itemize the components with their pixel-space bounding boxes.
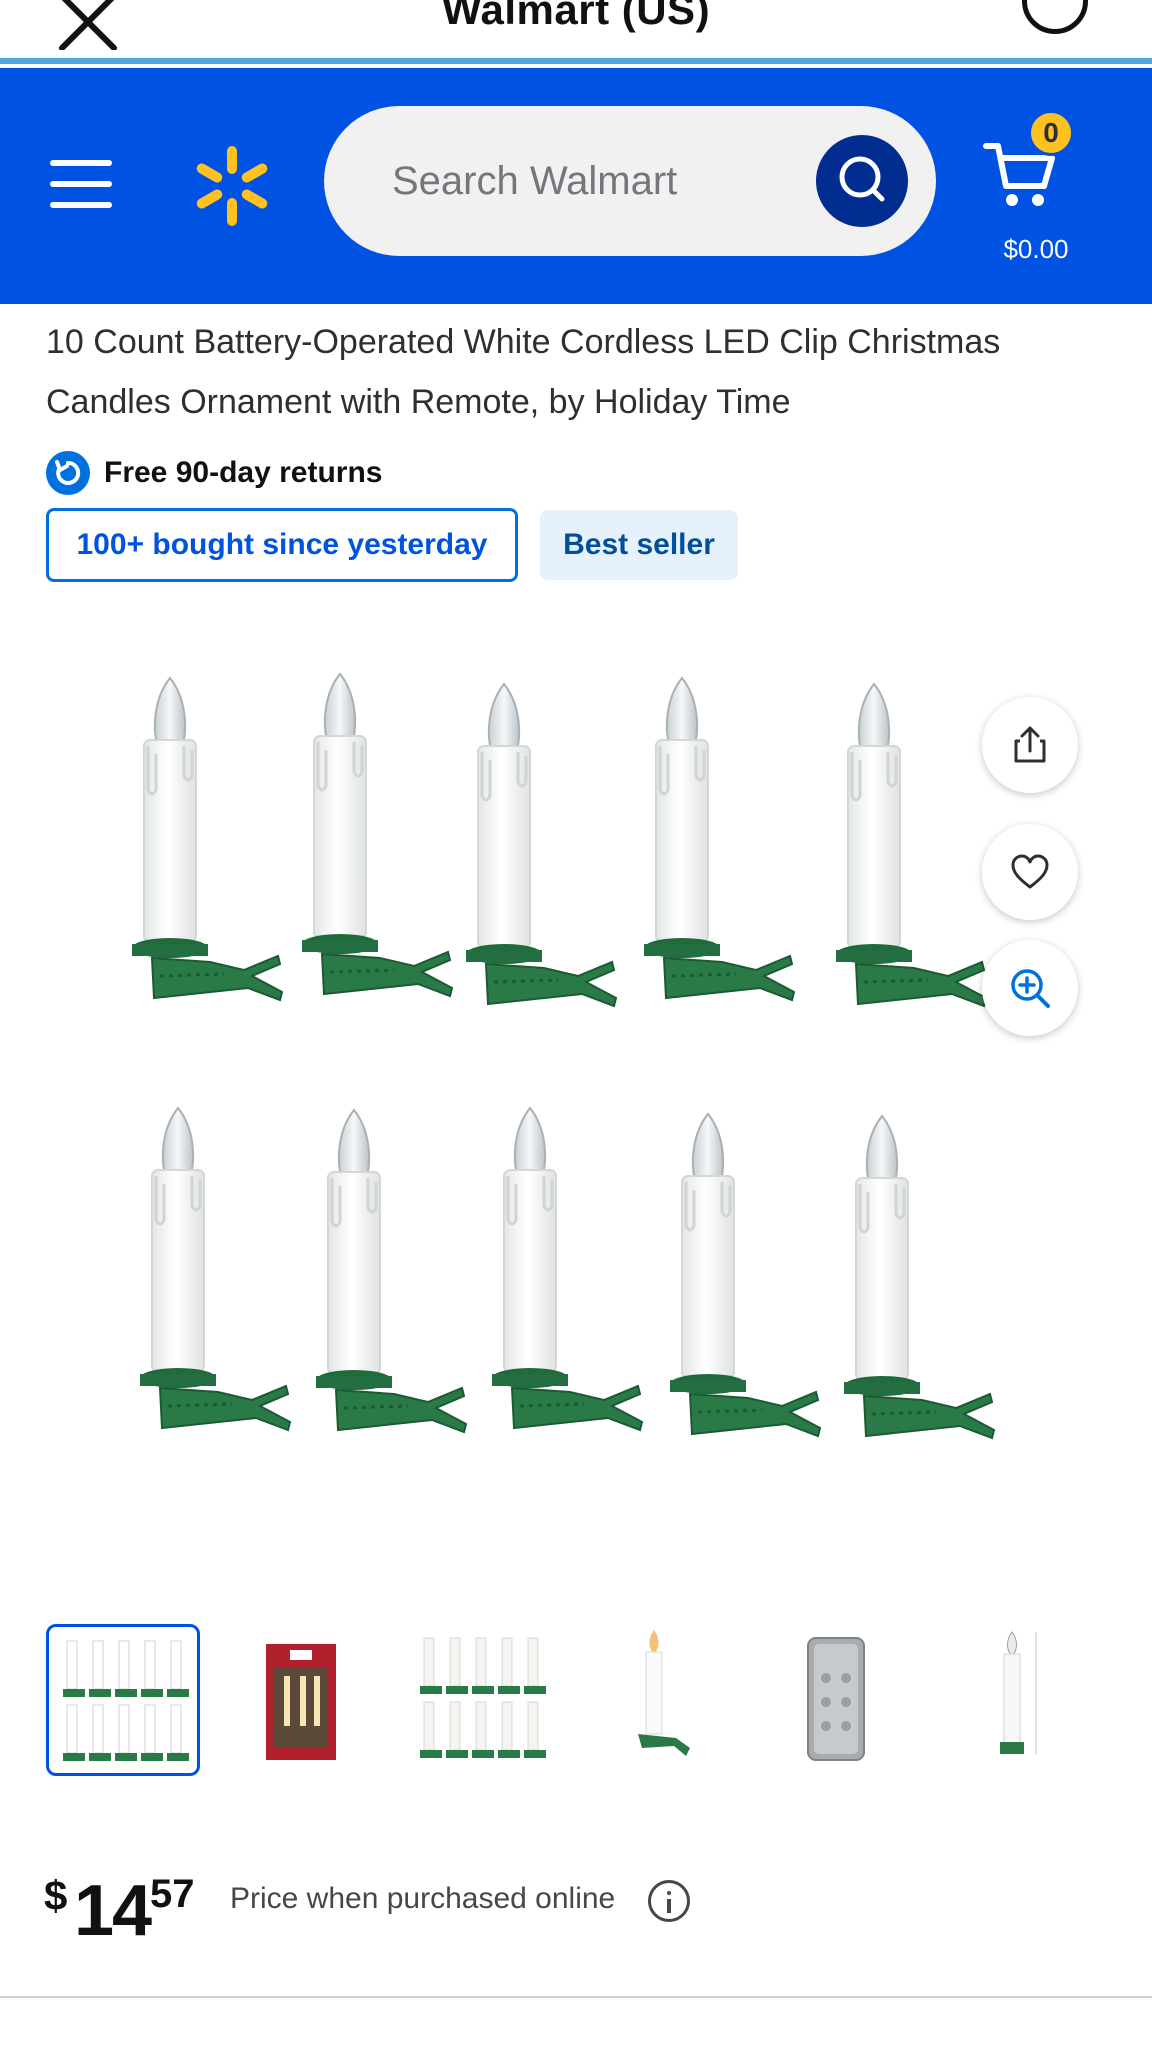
heart-icon: [1011, 854, 1049, 889]
bought-badge: 100+ bought since yesterday: [46, 508, 518, 582]
divider: [0, 1996, 1152, 1998]
zoom-button[interactable]: [982, 940, 1078, 1036]
price-currency: $: [44, 1872, 68, 1919]
cart-count-badge: 0: [1028, 110, 1074, 156]
cart-total: $0.00: [1003, 234, 1069, 264]
price-note: Price when purchased online: [230, 1882, 616, 1915]
thumbnail-remote[interactable]: [758, 1624, 912, 1776]
product-image[interactable]: [120, 664, 1020, 1564]
price-whole: 14: [74, 1871, 152, 1951]
thumbnail-strip: [46, 1624, 1126, 1776]
thumbnail-package[interactable]: [224, 1624, 378, 1776]
zoom-in-icon: [1011, 969, 1050, 1008]
search-input[interactable]: [392, 146, 792, 216]
browser-top-bar: Walmart (US): [0, 0, 1152, 64]
search-icon: [839, 156, 885, 202]
returns-label: Free 90-day returns: [104, 456, 383, 489]
walmart-spark-logo[interactable]: [190, 144, 274, 228]
thumbnail-dimensions[interactable]: [936, 1624, 1090, 1776]
search-button[interactable]: [816, 135, 908, 227]
menu-button[interactable]: [50, 160, 112, 208]
product-title: 10 Count Battery-Operated White Cordless…: [46, 323, 1001, 421]
returns-info: Free 90-day returns: [46, 450, 382, 496]
thumbnail-candles-set-lit[interactable]: [402, 1624, 556, 1776]
cart-button[interactable]: 0 $0.00: [976, 110, 1096, 264]
progress-bar: [0, 58, 1152, 64]
search-bar: [324, 106, 936, 256]
share-icon: [1014, 726, 1046, 763]
price-cents: 57: [150, 1872, 195, 1916]
walmart-header: 0 $0.00: [0, 68, 1152, 304]
returns-icon: [46, 451, 90, 495]
info-icon[interactable]: [648, 1880, 690, 1922]
favorite-button[interactable]: [982, 824, 1078, 920]
bestseller-badge: Best seller: [540, 510, 738, 580]
thumbnail-single-candle[interactable]: [580, 1624, 734, 1776]
thumbnail-candles-set[interactable]: [46, 1624, 200, 1776]
share-button[interactable]: [982, 697, 1078, 793]
browser-title: Walmart (US): [441, 0, 711, 33]
